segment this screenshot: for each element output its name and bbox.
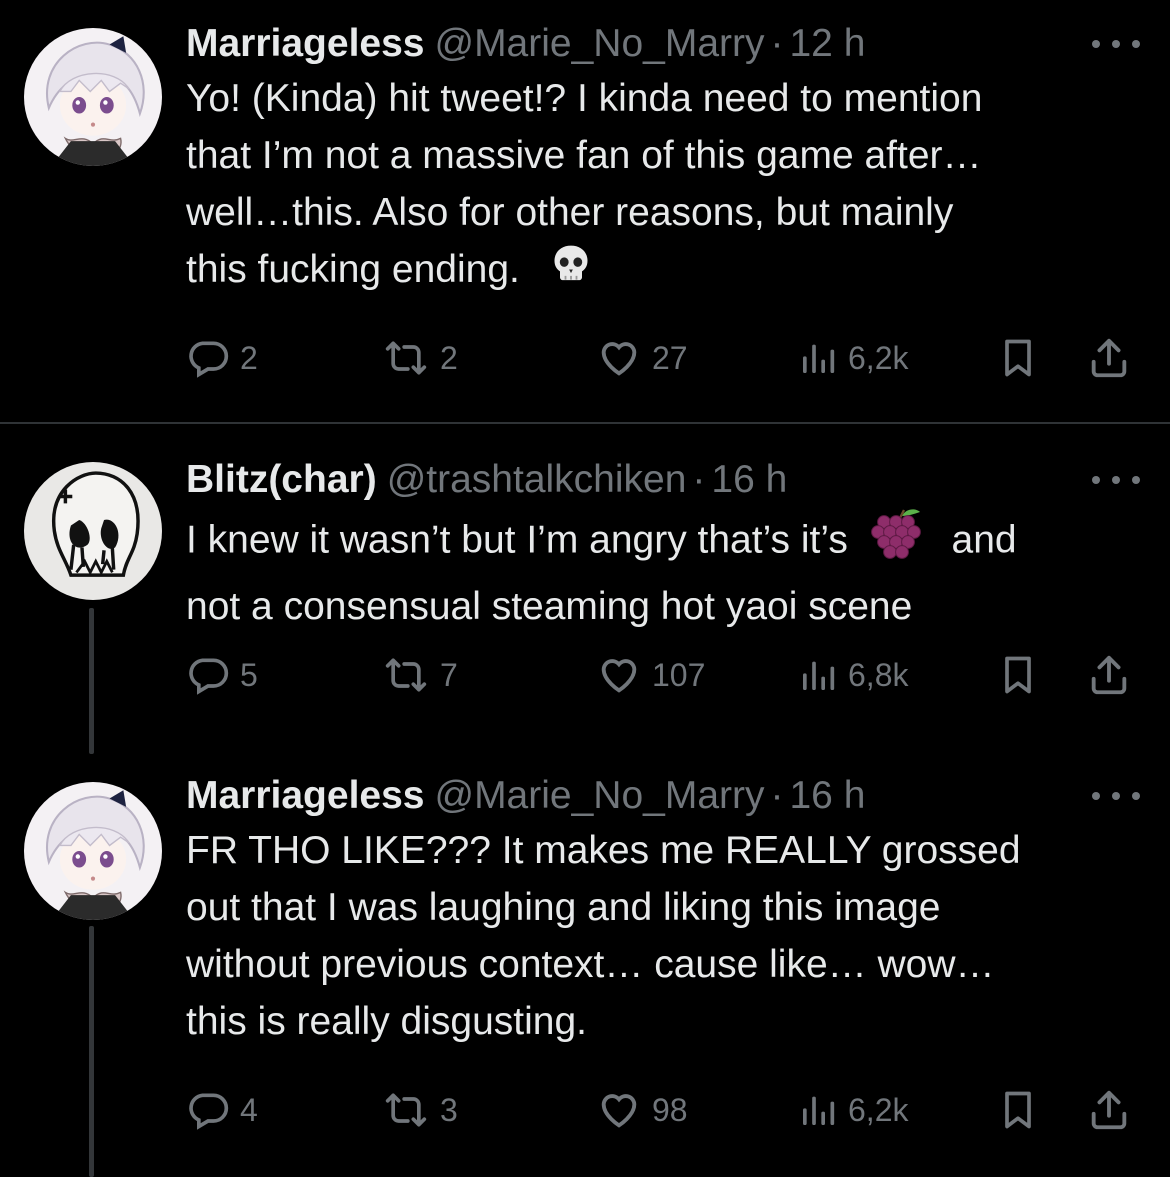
share-button[interactable] (1086, 650, 1132, 700)
separator-dot: · (770, 774, 784, 817)
reply-icon (186, 1088, 230, 1132)
display-name[interactable]: Marriageless (186, 22, 424, 66)
separator-dot: · (692, 458, 706, 501)
separator-dot: · (770, 22, 784, 65)
username[interactable]: @Marie_No_Marry (434, 22, 764, 66)
tweet-text: Yo! (Kinda) hit tweet!? I kinda need to … (186, 70, 1140, 302)
bookmark-icon (996, 1087, 1040, 1133)
retweet-icon (382, 653, 430, 697)
retweet-count: 2 (440, 339, 458, 376)
avatar[interactable] (24, 782, 162, 920)
like-button[interactable]: 107 (596, 650, 705, 700)
more-icon[interactable] (1092, 24, 1140, 64)
reply-button[interactable]: 5 (186, 650, 258, 700)
retweet-count: 7 (440, 656, 458, 693)
thread-line (89, 608, 94, 754)
grapes-emoji (867, 506, 929, 578)
views-button[interactable]: 6,2k (798, 1085, 908, 1135)
share-icon (1086, 335, 1132, 381)
tweet-text: FR THO LIKE??? It makes me REALLY grosse… (186, 822, 1140, 1050)
bookmark-icon (996, 335, 1040, 381)
skull-emoji (549, 242, 593, 302)
retweet-count: 3 (440, 1091, 458, 1128)
tweet-actions: 5 7 107 6,8k (186, 650, 1140, 700)
share-button[interactable] (1086, 333, 1132, 383)
views-icon (798, 1090, 838, 1130)
display-name[interactable]: Blitz(char) (186, 458, 377, 502)
retweet-button[interactable]: 2 (382, 333, 458, 383)
tweet-line-with-emoji: I knew it wasn’t but I’m angry that’s it… (186, 506, 1140, 578)
username[interactable]: @trashtalkchiken (387, 458, 687, 502)
view-count: 6,8k (848, 656, 909, 693)
heart-icon (596, 335, 642, 381)
retweet-icon (382, 1088, 430, 1132)
tweet-actions: 4 3 98 6,2k (186, 1085, 1140, 1135)
more-icon[interactable] (1092, 776, 1140, 816)
tweet[interactable]: Marriageless @Marie_No_Marry · 12 h Yo! … (0, 0, 1170, 422)
tweet-line: FR THO LIKE??? It makes me REALLY grosse… (186, 829, 1021, 872)
tweet-header: Blitz(char) @trashtalkchiken · 16 h (186, 454, 1140, 506)
tweet-header: Marriageless @Marie_No_Marry · 12 h (186, 18, 1140, 70)
share-icon (1086, 1087, 1132, 1133)
views-icon (798, 655, 838, 695)
tweet-line: not a consensual steaming hot yaoi scene (186, 585, 913, 628)
like-button[interactable]: 27 (596, 333, 688, 383)
views-icon (798, 338, 838, 378)
more-icon[interactable] (1092, 460, 1140, 500)
reply-count: 4 (240, 1091, 258, 1128)
tweet-text: I knew it wasn’t but I’m angry that’s it… (186, 506, 1140, 635)
reply-button[interactable]: 4 (186, 1085, 258, 1135)
reply-button[interactable]: 2 (186, 333, 258, 383)
tweet-line: and (951, 518, 1017, 562)
share-icon (1086, 652, 1132, 698)
tweet-line-with-emoji: this fucking ending. (186, 241, 1140, 302)
username[interactable]: @Marie_No_Marry (434, 774, 764, 818)
reply-icon (186, 336, 230, 380)
timestamp[interactable]: 16 h (711, 458, 787, 502)
thread-line (89, 926, 94, 1177)
tweet-line: I knew it wasn’t but I’m angry that’s it… (186, 518, 848, 562)
like-count: 27 (652, 339, 688, 376)
tweet-line: Yo! (Kinda) hit tweet!? I kinda need to … (186, 77, 983, 120)
retweet-button[interactable]: 7 (382, 650, 458, 700)
like-button[interactable]: 98 (596, 1085, 688, 1135)
avatar[interactable] (24, 462, 162, 600)
tweet-line: out that I was laughing and liking this … (186, 886, 941, 929)
tweet-line: without previous context… cause like… wo… (186, 943, 995, 986)
tweet-line: well…this. Also for other reasons, but m… (186, 191, 954, 234)
bookmark-icon (996, 652, 1040, 698)
tweet[interactable]: Blitz(char) @trashtalkchiken · 16 h I kn… (0, 424, 1170, 754)
retweet-button[interactable]: 3 (382, 1085, 458, 1135)
display-name[interactable]: Marriageless (186, 774, 424, 818)
tweet[interactable]: Marriageless @Marie_No_Marry · 16 h FR T… (0, 754, 1170, 1177)
reply-count: 2 (240, 339, 258, 376)
bookmark-button[interactable] (996, 650, 1040, 700)
avatar[interactable] (24, 28, 162, 166)
views-button[interactable]: 6,8k (798, 650, 908, 700)
bookmark-button[interactable] (996, 333, 1040, 383)
tweet-line: this is really disgusting. (186, 1000, 588, 1043)
view-count: 6,2k (848, 1091, 909, 1128)
timestamp[interactable]: 16 h (789, 774, 865, 818)
tweet-actions: 2 2 27 6,2k (186, 333, 1140, 383)
views-button[interactable]: 6,2k (798, 333, 908, 383)
timestamp[interactable]: 12 h (789, 22, 865, 66)
tweet-header: Marriageless @Marie_No_Marry · 16 h (186, 770, 1140, 822)
tweet-line: that I’m not a massive fan of this game … (186, 134, 982, 177)
like-count: 98 (652, 1091, 688, 1128)
share-button[interactable] (1086, 1085, 1132, 1135)
view-count: 6,2k (848, 339, 909, 376)
heart-icon (596, 1087, 642, 1133)
tweet-line: this fucking ending. (186, 248, 520, 291)
reply-count: 5 (240, 656, 258, 693)
retweet-icon (382, 336, 430, 380)
bookmark-button[interactable] (996, 1085, 1040, 1135)
reply-icon (186, 653, 230, 697)
like-count: 107 (652, 656, 706, 693)
heart-icon (596, 652, 642, 698)
